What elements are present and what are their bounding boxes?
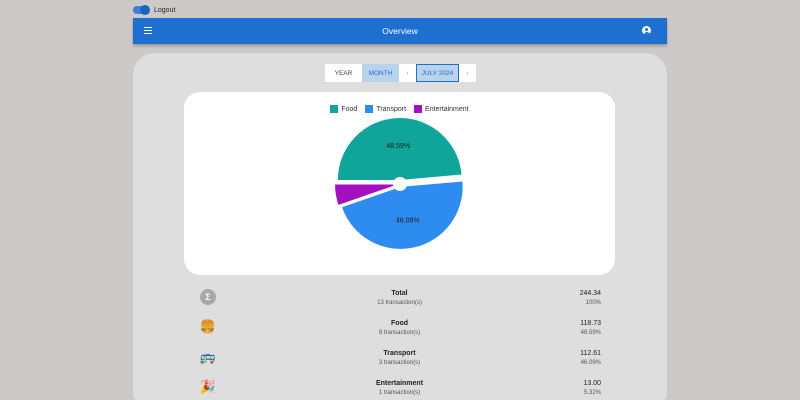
summary-percent: 100% — [585, 300, 601, 306]
summary-name: Transport — [383, 350, 416, 357]
summary-count: 9 transaction(s) — [378, 330, 421, 336]
summary-count: 13 transaction(s) — [377, 300, 422, 306]
pie-label-transport: 46.09% — [396, 217, 420, 224]
year-button[interactable]: YEAR — [325, 64, 362, 82]
next-period-button[interactable]: › — [459, 64, 476, 82]
menu-icon[interactable] — [144, 27, 152, 34]
logout-row: Logout — [133, 4, 175, 16]
summary-amount: 244.34 — [579, 290, 601, 297]
month-button[interactable]: MONTH — [362, 64, 399, 82]
summary-name: Total — [391, 290, 408, 297]
summary-percent: 48.59% — [580, 330, 601, 336]
summary-count: 3 transaction(s) — [378, 360, 421, 366]
summary-percent: 5.32% — [583, 390, 601, 396]
pie-center — [393, 177, 407, 191]
pie-label-food: 48.59% — [386, 143, 410, 150]
summary-list: Σ Total 13 transaction(s) 244.34 100% 🍔 Food 9 … — [184, 283, 615, 400]
summary-percent: 46.09% — [580, 360, 601, 366]
current-period-button[interactable]: JULY 2024 — [416, 64, 459, 82]
summary-row-total[interactable]: Σ Total 13 transaction(s) 244.34 100% — [184, 283, 615, 313]
period-selector: YEAR MONTH ‹ JULY 2024 › — [324, 63, 477, 83]
prev-period-button[interactable]: ‹ — [399, 64, 416, 82]
summary-row-transport[interactable]: 🚌 Transport 3 transaction(s) 112.61 46.09% — [184, 343, 615, 373]
logout-label: Logout — [154, 6, 176, 14]
summary-amount: 112.61 — [580, 350, 601, 357]
summary-row-food[interactable]: 🍔 Food 9 transaction(s) 118.73 48.59% — [184, 313, 615, 343]
logout-toggle[interactable] — [133, 5, 150, 15]
summary-row-entertainment[interactable]: 🎉 Entertainment 1 transaction(s) 13.00 5.32% — [184, 373, 615, 400]
page-title: Overview — [382, 26, 418, 36]
chart-card: Food Transport Entertainment 48.59% 46.09% — [184, 92, 615, 275]
app-bar: Overview — [133, 18, 667, 44]
pie-chart: 48.59% 46.09% — [335, 118, 463, 249]
summary-name: Entertainment — [375, 380, 424, 387]
summary-count: 1 transaction(s) — [378, 390, 421, 396]
summary-name: Food — [390, 320, 409, 327]
toggle-knob — [140, 5, 150, 15]
summary-amount: 13.00 — [583, 380, 601, 387]
summary-amount: 118.73 — [580, 320, 601, 327]
account-icon[interactable] — [642, 26, 651, 35]
